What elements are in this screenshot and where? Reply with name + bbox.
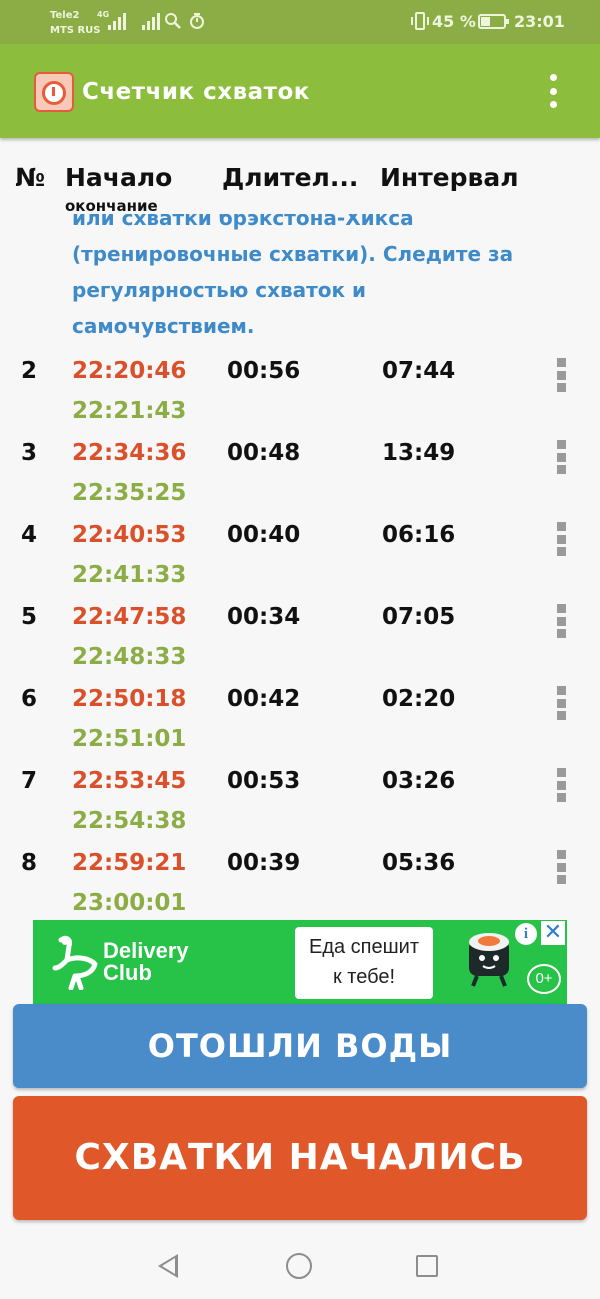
row-end-time: 22:41:33 [72,562,187,588]
contractions-list[interactable]: или схватки брэкстона-Хикса (тренировочн… [0,214,600,920]
app-bar: Счетчик схваток [0,44,600,138]
column-header-duration: Длител... [222,163,359,192]
row-duration: 00:34 [227,604,301,630]
search-icon [164,12,182,34]
battery-icon [478,14,509,29]
clock: 23:01 [514,12,565,31]
row-start-time: 22:20:46 [72,358,187,384]
row-interval: 06:16 [382,522,456,548]
row-start-time: 22:59:21 [72,850,187,876]
navigation-bar [0,1230,600,1299]
row-end-time: 22:54:38 [72,808,187,834]
row-more-icon[interactable] [552,848,570,886]
carrier-1: Tele2 [50,10,80,21]
row-start-time: 22:34:36 [72,440,187,466]
signal-icon [142,12,160,30]
row-start-time: 22:40:53 [72,522,187,548]
recent-apps-icon[interactable] [416,1255,438,1277]
row-duration: 00:53 [227,768,301,794]
list-item[interactable]: 8 22:59:21 23:00:01 00:39 05:36 [0,844,600,920]
battery-percent: 45 % [432,12,476,31]
row-more-icon[interactable] [552,684,570,722]
ad-bubble-line-2: к тебе! [332,966,396,988]
row-start-time: 22:53:45 [72,768,187,794]
water-broke-button[interactable]: ОТОШЛИ ВОДЫ [13,1004,587,1088]
row-more-icon[interactable] [552,766,570,804]
row-interval: 13:49 [382,440,456,466]
row-duration: 00:42 [227,686,301,712]
signal-icon [108,12,126,30]
row-duration: 00:40 [227,522,301,548]
home-icon[interactable] [286,1253,312,1279]
ad-speech-bubble: Еда спешит к тебе! [295,927,433,999]
more-vertical-icon[interactable] [540,72,566,110]
contractions-started-button[interactable]: СХВАТКИ НАЧАЛИСЬ [13,1096,587,1220]
ad-banner[interactable]: Delivery Club Еда спешит к тебе! i ✕ 0+ [33,920,567,1004]
list-item[interactable]: 3 22:34:36 22:35:25 00:48 13:49 [0,434,600,516]
column-header-number: № [15,163,46,192]
row-number: 3 [21,440,38,466]
row-more-icon[interactable] [552,438,570,476]
row-interval: 02:20 [382,686,456,712]
sushi-mascot-icon [469,933,509,987]
ad-close-icon[interactable]: ✕ [541,921,565,945]
battery-level [481,17,490,26]
row-number: 4 [21,522,38,548]
row-start-time: 22:50:18 [72,686,187,712]
row-start-time: 22:47:58 [72,604,187,630]
row-number: 8 [21,850,38,876]
row-end-time: 22:21:43 [72,398,187,424]
ad-age-rating: 0+ [527,964,561,994]
row-number: 7 [21,768,38,794]
row-end-time: 23:00:01 [72,890,187,916]
vibrate-icon [410,12,430,34]
row-more-icon[interactable] [552,602,570,640]
row-number: 2 [21,358,38,384]
list-item[interactable]: 2 22:20:46 22:21:43 00:56 07:44 [0,352,600,434]
ad-brand: Delivery Club [103,940,223,984]
row-interval: 05:36 [382,850,456,876]
ad-brand-line-1: Delivery [103,938,189,963]
timer-icon [188,12,206,34]
row-more-icon[interactable] [552,520,570,558]
row-end-time: 22:35:25 [72,480,187,506]
row-end-time: 22:48:33 [72,644,187,670]
row-number: 6 [21,686,38,712]
ad-bubble-line-1: Еда спешит [308,936,420,958]
row-duration: 00:39 [227,850,301,876]
stopwatch-logo-icon [34,72,74,112]
column-subheader-end: окончание [65,197,158,215]
row-end-time: 22:51:01 [72,726,187,752]
row-duration: 00:48 [227,440,301,466]
ad-brand-line-2: Club [103,960,152,985]
row-interval: 07:44 [382,358,456,384]
list-item[interactable]: 7 22:53:45 22:54:38 00:53 03:26 [0,762,600,844]
list-item[interactable]: 5 22:47:58 22:48:33 00:34 07:05 [0,598,600,680]
column-header-start: Начало [65,163,173,192]
list-item[interactable]: 6 22:50:18 22:51:01 00:42 02:20 [0,680,600,762]
row-interval: 03:26 [382,768,456,794]
back-icon[interactable] [158,1254,178,1278]
app-title: Счетчик схваток [82,79,310,105]
row-interval: 07:05 [382,604,456,630]
ad-info-icon[interactable]: i [515,923,537,945]
column-header-interval: Интервал [380,163,519,192]
row-more-icon[interactable] [552,356,570,394]
list-item[interactable]: 4 22:40:53 22:41:33 00:40 06:16 [0,516,600,598]
carrier-names: Tele2 MTS RUS [50,8,100,38]
info-note: или схватки брэкстона-Хикса (тренировочн… [72,214,514,338]
carrier-2: MTS RUS [50,25,101,36]
row-duration: 00:56 [227,358,301,384]
row-number: 5 [21,604,38,630]
status-bar: Tele2 MTS RUS 4G 45 % 23:01 [0,0,600,44]
